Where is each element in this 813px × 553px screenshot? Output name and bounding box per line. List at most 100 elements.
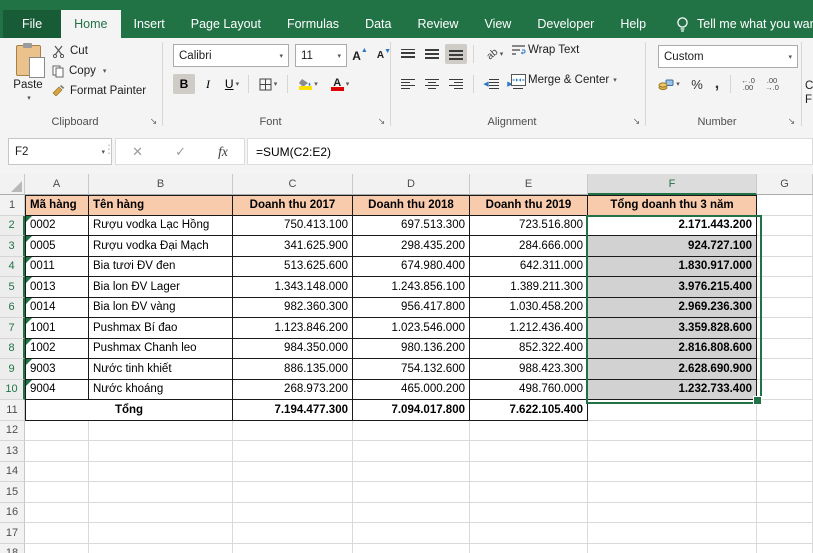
cell-G15[interactable] [757, 482, 813, 503]
italic-button[interactable]: I [197, 74, 219, 94]
row-header-10[interactable]: 10 [0, 380, 25, 401]
cell-A10[interactable]: 9004 [25, 380, 89, 401]
cell-B3[interactable]: Rượu vodka Đại Mạch [89, 236, 233, 257]
cell-C14[interactable] [233, 462, 353, 483]
copy-button[interactable]: Copy ▾ [52, 61, 146, 81]
decrease-decimal-button[interactable]: .00→.0 [761, 74, 783, 94]
cell-F1[interactable]: Tổng doanh thu 3 năm [588, 195, 757, 216]
cell-D13[interactable] [353, 441, 470, 462]
cell-D14[interactable] [353, 462, 470, 483]
cell-C6[interactable]: 982.360.300 [233, 298, 353, 319]
name-box[interactable]: F2 ▾ [8, 138, 112, 165]
underline-button[interactable]: U▾ [221, 74, 243, 94]
cell-E2[interactable]: 723.516.800 [470, 216, 588, 237]
tab-review[interactable]: Review [404, 10, 471, 38]
cell-D17[interactable] [353, 523, 470, 544]
row-header-6[interactable]: 6 [0, 298, 25, 319]
cell-E18[interactable] [470, 544, 588, 553]
conditional-formatting-button-clipped[interactable]: C F [805, 38, 813, 130]
column-header-E[interactable]: E [470, 174, 588, 195]
row-header-12[interactable]: 12 [0, 421, 25, 442]
cell-B2[interactable]: Rượu vodka Lạc Hồng [89, 216, 233, 237]
cell-E4[interactable]: 642.311.000 [470, 257, 588, 278]
cell-E15[interactable] [470, 482, 588, 503]
row-header-15[interactable]: 15 [0, 482, 25, 503]
paste-dropdown-arrow[interactable]: ▾ [27, 94, 31, 102]
cell-A12[interactable] [25, 421, 89, 442]
cell-F8[interactable]: 2.816.808.600 [588, 339, 757, 360]
font-color-button[interactable]: A▾ [325, 74, 355, 94]
cell-E7[interactable]: 1.212.436.400 [470, 318, 588, 339]
cell-G1[interactable] [757, 195, 813, 216]
cell-B7[interactable]: Pushmax Bí đao [89, 318, 233, 339]
row-header-5[interactable]: 5 [0, 277, 25, 298]
row-header-8[interactable]: 8 [0, 339, 25, 360]
cell-D10[interactable]: 465.000.200 [353, 380, 470, 401]
number-dialog-launcher[interactable]: ↘ [786, 116, 797, 127]
grow-font-button[interactable]: A▲ [349, 46, 371, 66]
cell-A3[interactable]: 0005 [25, 236, 89, 257]
cell-F7[interactable]: 3.359.828.600 [588, 318, 757, 339]
merge-center-button[interactable]: Merge & Center [528, 74, 609, 86]
font-size-select[interactable]: 11▾ [295, 44, 347, 67]
cell-A16[interactable] [25, 503, 89, 524]
cell-C1[interactable]: Doanh thu 2017 [233, 195, 353, 216]
cell-E3[interactable]: 284.666.000 [470, 236, 588, 257]
cell-G18[interactable] [757, 544, 813, 553]
cell-C12[interactable] [233, 421, 353, 442]
cell-A6[interactable]: 0014 [25, 298, 89, 319]
column-header-F[interactable]: F [588, 174, 757, 195]
cell-G11[interactable] [757, 400, 813, 421]
cell-F2[interactable]: 2.171.443.200 [588, 216, 757, 237]
cell-B4[interactable]: Bia tươi ĐV đen [89, 257, 233, 278]
cell-E10[interactable]: 498.760.000 [470, 380, 588, 401]
select-all-button[interactable] [0, 174, 25, 195]
tab-developer[interactable]: Developer [524, 10, 607, 38]
cell-D9[interactable]: 754.132.600 [353, 359, 470, 380]
cell-C17[interactable] [233, 523, 353, 544]
align-top-button[interactable] [397, 44, 419, 64]
cell-D11[interactable]: 7.094.017.800 [353, 400, 470, 421]
cell-B8[interactable]: Pushmax Chanh leo [89, 339, 233, 360]
cell-C10[interactable]: 268.973.200 [233, 380, 353, 401]
cell-B9[interactable]: Nước tinh khiết [89, 359, 233, 380]
orientation-button[interactable]: ab▾ [480, 44, 510, 64]
tab-page-layout[interactable]: Page Layout [178, 10, 274, 38]
cell-A2[interactable]: 0002 [25, 216, 89, 237]
decrease-indent-button[interactable]: ◀ [480, 74, 502, 94]
paste-button[interactable]: Paste ▾ [6, 42, 50, 118]
row-header-1[interactable]: 1 [0, 195, 25, 216]
tab-help[interactable]: Help [607, 10, 659, 38]
cell-B18[interactable] [89, 544, 233, 553]
cell-A8[interactable]: 1002 [25, 339, 89, 360]
wrap-text-button[interactable]: Wrap Text [528, 44, 579, 56]
cell-D15[interactable] [353, 482, 470, 503]
cell-D6[interactable]: 956.417.800 [353, 298, 470, 319]
cell-E17[interactable] [470, 523, 588, 544]
row-header-18[interactable]: 18 [0, 544, 25, 553]
cell-F6[interactable]: 2.969.236.300 [588, 298, 757, 319]
cell-E1[interactable]: Doanh thu 2019 [470, 195, 588, 216]
cell-D4[interactable]: 674.980.400 [353, 257, 470, 278]
cancel-button[interactable]: ✕ [132, 144, 143, 160]
cell-C7[interactable]: 1.123.846.200 [233, 318, 353, 339]
comma-style-button[interactable]: , [710, 74, 724, 94]
accounting-format-button[interactable]: ▾ [654, 74, 684, 94]
cell-F17[interactable] [588, 523, 757, 544]
cell-A5[interactable]: 0013 [25, 277, 89, 298]
cell-E14[interactable] [470, 462, 588, 483]
cell-G10[interactable] [757, 380, 813, 401]
cell-B14[interactable] [89, 462, 233, 483]
cell-A1[interactable]: Mã hàng [25, 195, 89, 216]
row-header-17[interactable]: 17 [0, 523, 25, 544]
cell-E5[interactable]: 1.389.211.300 [470, 277, 588, 298]
cell-D7[interactable]: 1.023.546.000 [353, 318, 470, 339]
cell-B12[interactable] [89, 421, 233, 442]
enter-button[interactable]: ✓ [175, 144, 186, 160]
cell-B17[interactable] [89, 523, 233, 544]
cell-C15[interactable] [233, 482, 353, 503]
cell-C2[interactable]: 750.413.100 [233, 216, 353, 237]
cell-E9[interactable]: 988.423.300 [470, 359, 588, 380]
cell-F5[interactable]: 3.976.215.400 [588, 277, 757, 298]
copy-dropdown-arrow[interactable]: ▾ [103, 67, 107, 75]
